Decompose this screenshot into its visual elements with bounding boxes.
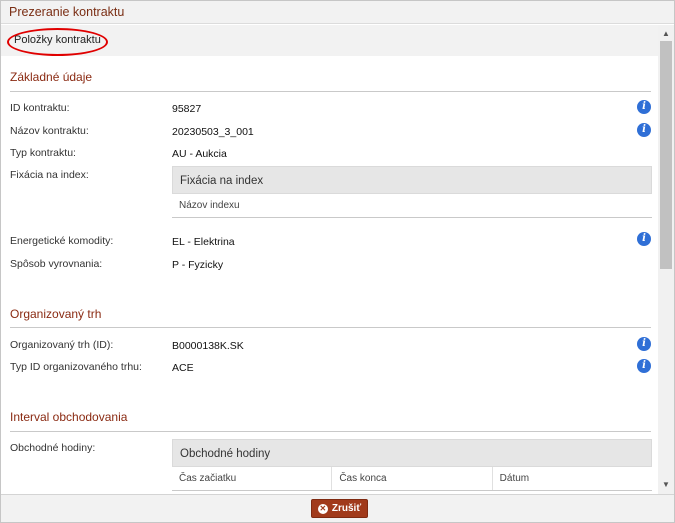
vertical-scrollbar[interactable]: ▲ ▼ bbox=[658, 25, 674, 494]
field-label-market-id: Organizovaný trh (ID): bbox=[10, 339, 114, 351]
field-value-settlement-method: P - Fyzicky bbox=[172, 259, 224, 271]
field-label-contract-id: ID kontraktu: bbox=[10, 102, 70, 114]
x-circle-icon: ✕ bbox=[317, 503, 328, 514]
field-label-energy-commodities: Energetické komodity: bbox=[10, 235, 114, 247]
info-icon[interactable]: i bbox=[637, 232, 651, 246]
section-divider bbox=[10, 327, 651, 328]
dialog-titlebar: Prezeranie kontraktu bbox=[1, 1, 674, 24]
info-icon[interactable]: i bbox=[637, 359, 651, 373]
index-table-header: Názov indexu bbox=[172, 194, 652, 218]
tab-contract-items[interactable]: Položky kontraktu bbox=[14, 34, 101, 46]
scrollbar-thumb[interactable] bbox=[660, 41, 672, 269]
scroll-up-arrow-icon[interactable]: ▲ bbox=[658, 27, 674, 41]
field-value-contract-type: AU - Aukcia bbox=[172, 148, 227, 160]
field-value-market-id: B0000138K.SK bbox=[172, 340, 244, 352]
column-header-start-time[interactable]: Čas začiatku bbox=[172, 467, 333, 490]
field-value-energy-commodities: EL - Elektrina bbox=[172, 236, 235, 248]
contract-view-dialog: Prezeranie kontraktu Položky kontraktu Z… bbox=[0, 0, 675, 523]
field-value-contract-name: 20230503_3_001 bbox=[172, 126, 254, 138]
field-value-market-id-type: ACE bbox=[172, 362, 194, 374]
cancel-button[interactable]: ✕ Zrušiť bbox=[311, 499, 368, 518]
field-label-index-fixation: Fixácia na index: bbox=[10, 169, 89, 181]
scroll-down-arrow-icon[interactable]: ▼ bbox=[658, 478, 674, 492]
hours-table-header: Čas začiatku Čas konca Dátum bbox=[172, 467, 652, 491]
section-divider bbox=[10, 91, 651, 92]
close-button[interactable] bbox=[650, 3, 668, 21]
section-divider bbox=[10, 431, 651, 432]
info-icon[interactable]: i bbox=[637, 337, 651, 351]
field-label-market-id-type: Typ ID organizovaného trhu: bbox=[10, 361, 142, 373]
column-header-date[interactable]: Dátum bbox=[493, 467, 652, 490]
dialog-body: Položky kontraktu Základné údaje ID kont… bbox=[1, 25, 674, 494]
dialog-title: Prezeranie kontraktu bbox=[9, 5, 125, 19]
index-fixation-table: Fixácia na index Názov indexu bbox=[172, 166, 652, 218]
field-label-contract-name: Názov kontraktu: bbox=[10, 125, 89, 137]
field-label-contract-type: Typ kontraktu: bbox=[10, 147, 76, 159]
field-label-trading-hours: Obchodné hodiny: bbox=[10, 442, 96, 454]
section-title-trading-interval: Interval obchodovania bbox=[10, 410, 128, 424]
hours-table-title: Obchodné hodiny bbox=[172, 439, 652, 467]
section-title-basic: Základné údaje bbox=[10, 70, 93, 84]
info-icon[interactable]: i bbox=[637, 123, 651, 137]
cancel-button-label: Zrušiť bbox=[331, 503, 362, 514]
trading-hours-table: Obchodné hodiny Čas začiatku Čas konca D… bbox=[172, 439, 652, 491]
field-label-settlement-method: Spôsob vyrovnania: bbox=[10, 258, 103, 270]
dialog-content: Položky kontraktu Základné údaje ID kont… bbox=[1, 25, 658, 494]
column-header-index-name[interactable]: Názov indexu bbox=[172, 194, 652, 217]
dialog-footer: ✕ Zrušiť bbox=[1, 494, 674, 522]
tab-bar: Položky kontraktu bbox=[1, 25, 658, 56]
column-header-end-time[interactable]: Čas konca bbox=[332, 467, 493, 490]
index-table-title: Fixácia na index bbox=[172, 166, 652, 194]
section-title-market: Organizovaný trh bbox=[10, 307, 102, 321]
field-value-contract-id: 95827 bbox=[172, 103, 202, 115]
info-icon[interactable]: i bbox=[637, 100, 651, 114]
